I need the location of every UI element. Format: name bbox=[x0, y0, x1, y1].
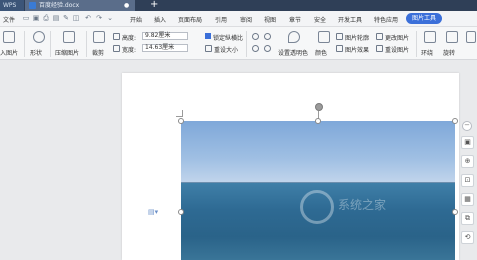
format-painter-icon[interactable]: ✎ bbox=[62, 14, 70, 22]
print-icon[interactable]: ⎙ bbox=[42, 14, 50, 22]
watermark-logo-icon bbox=[300, 190, 334, 224]
copy-picture-icon[interactable]: ⧉ bbox=[461, 212, 474, 225]
reset-size-icon[interactable] bbox=[205, 45, 212, 52]
ribbon-separator bbox=[50, 31, 51, 57]
document-icon bbox=[29, 2, 36, 9]
menu-security[interactable]: 安全 bbox=[314, 15, 326, 24]
preview-icon[interactable]: ▤ bbox=[52, 14, 60, 22]
height-icon bbox=[113, 33, 120, 40]
reset-picture-label[interactable]: 重设图片 bbox=[385, 45, 409, 54]
float-toolbar-minimize[interactable]: − bbox=[462, 121, 472, 131]
height-value: 9.82厘米 bbox=[145, 32, 171, 39]
ribbon: 入图片 形状 压缩图片 裁剪 高度: 9.82厘米 宽度: 14.63厘米 锁定… bbox=[0, 27, 477, 60]
change-picture-label[interactable]: 更改图片 bbox=[385, 33, 409, 42]
undo-icon[interactable]: ↶ bbox=[84, 14, 92, 22]
contrast-up-icon[interactable] bbox=[252, 45, 259, 52]
width-input[interactable]: 14.63厘米 bbox=[142, 44, 188, 52]
shape-icon[interactable] bbox=[33, 31, 45, 43]
preview2-icon[interactable]: ◫ bbox=[72, 14, 80, 22]
save-icon[interactable]: ▣ bbox=[32, 14, 40, 22]
menu-developer[interactable]: 开发工具 bbox=[338, 15, 362, 24]
width-label: 宽度: bbox=[122, 47, 137, 54]
resize-handle-top-right[interactable] bbox=[452, 118, 458, 124]
document-tab[interactable]: 百度经验.docx bbox=[25, 0, 135, 11]
menu-bar: 文件 ▭ ▣ ⎙ ▤ ✎ ◫ ↶ ↷ ⌄ 开始 插入 页面布局 引用 审阅 视图… bbox=[0, 11, 477, 27]
wrap-label[interactable]: 环绕 bbox=[421, 48, 433, 57]
compress-picture-label[interactable]: 压缩图片 bbox=[55, 48, 79, 57]
height-input[interactable]: 9.82厘米 bbox=[142, 32, 188, 40]
paragraph-anchor-icon[interactable]: ▤▾ bbox=[148, 208, 158, 216]
reset-size-label[interactable]: 重设大小 bbox=[214, 45, 238, 54]
open-icon[interactable]: ▭ bbox=[22, 14, 30, 22]
color-label[interactable]: 颜色 bbox=[315, 48, 327, 57]
zoom-icon[interactable]: ⊕ bbox=[461, 155, 474, 168]
menu-review[interactable]: 审阅 bbox=[240, 15, 252, 24]
insert-picture-icon[interactable] bbox=[3, 31, 15, 43]
document-tab-label: 百度经验.docx bbox=[39, 2, 80, 9]
crop-icon[interactable] bbox=[93, 31, 105, 43]
insert-picture-label[interactable]: 入图片 bbox=[0, 48, 18, 57]
menu-insert[interactable]: 插入 bbox=[154, 15, 166, 24]
brightness-up-icon[interactable] bbox=[252, 33, 259, 40]
menu-view[interactable]: 视图 bbox=[264, 15, 276, 24]
shape-label[interactable]: 形状 bbox=[30, 48, 42, 57]
resize-handle-left[interactable] bbox=[178, 209, 184, 215]
rotate-icon[interactable] bbox=[446, 31, 458, 43]
menu-references[interactable]: 引用 bbox=[215, 15, 227, 24]
menu-file[interactable]: 文件 bbox=[3, 15, 15, 24]
reset-picture-icon[interactable] bbox=[376, 45, 383, 52]
picture-effect-label[interactable]: 图片效果 bbox=[345, 45, 369, 54]
redo-icon[interactable]: ↷ bbox=[95, 14, 103, 22]
wps-app-tab[interactable]: WPS bbox=[0, 0, 24, 11]
width-value: 14.63厘米 bbox=[145, 44, 175, 51]
layout-options-icon[interactable]: ▣ bbox=[461, 136, 474, 149]
rotate-handle[interactable] bbox=[315, 103, 323, 111]
align-icon[interactable] bbox=[466, 31, 476, 43]
contrast-down-icon[interactable] bbox=[264, 45, 271, 52]
ribbon-separator bbox=[416, 31, 417, 57]
lock-ratio-checkbox[interactable] bbox=[205, 33, 211, 39]
picture-edit-icon[interactable]: ▦ bbox=[461, 193, 474, 206]
resize-handle-top[interactable] bbox=[315, 118, 321, 124]
margin-corner-mark bbox=[176, 110, 183, 117]
watermark-text: 系统之家 bbox=[338, 198, 387, 212]
more-icon[interactable]: ⌄ bbox=[106, 14, 114, 22]
width-icon bbox=[113, 45, 120, 52]
menu-page-layout[interactable]: 页面布局 bbox=[178, 15, 202, 24]
set-transparent-icon[interactable] bbox=[288, 31, 300, 43]
close-tab-icon[interactable]: ● bbox=[124, 0, 129, 11]
change-picture-icon[interactable] bbox=[376, 33, 383, 40]
title-bar: WPS 百度经验.docx ● + bbox=[0, 0, 477, 11]
set-transparent-label[interactable]: 设置透明色 bbox=[278, 48, 308, 57]
menu-chapter[interactable]: 章节 bbox=[289, 15, 301, 24]
resize-handle-top-left[interactable] bbox=[178, 118, 184, 124]
ribbon-separator bbox=[86, 31, 87, 57]
rotate-label[interactable]: 旋转 bbox=[443, 48, 455, 57]
menu-home[interactable]: 开始 bbox=[130, 15, 142, 24]
picture-outline-icon[interactable] bbox=[336, 33, 343, 40]
compress-picture-icon[interactable] bbox=[63, 31, 75, 43]
color-icon[interactable] bbox=[318, 31, 330, 43]
crop-float-icon[interactable]: ⊡ bbox=[461, 174, 474, 187]
picture-outline-label[interactable]: 图片轮廓 bbox=[345, 33, 369, 42]
lock-ratio-label[interactable]: 锁定纵横比 bbox=[213, 33, 243, 42]
resize-handle-right[interactable] bbox=[452, 209, 458, 215]
more-float-icon[interactable]: ⟲ bbox=[461, 231, 474, 244]
brightness-down-icon[interactable] bbox=[264, 33, 271, 40]
picture-sky bbox=[181, 121, 455, 183]
wrap-icon[interactable] bbox=[424, 31, 436, 43]
ribbon-separator bbox=[24, 31, 25, 57]
ribbon-separator bbox=[246, 31, 247, 57]
new-tab-button[interactable]: + bbox=[150, 0, 158, 10]
crop-label[interactable]: 裁剪 bbox=[92, 48, 104, 57]
menu-special[interactable]: 特色应用 bbox=[374, 15, 398, 24]
picture-effect-icon[interactable] bbox=[336, 45, 343, 52]
height-label: 高度: bbox=[122, 35, 137, 42]
menu-picture-tools[interactable]: 图片工具 bbox=[406, 13, 442, 24]
